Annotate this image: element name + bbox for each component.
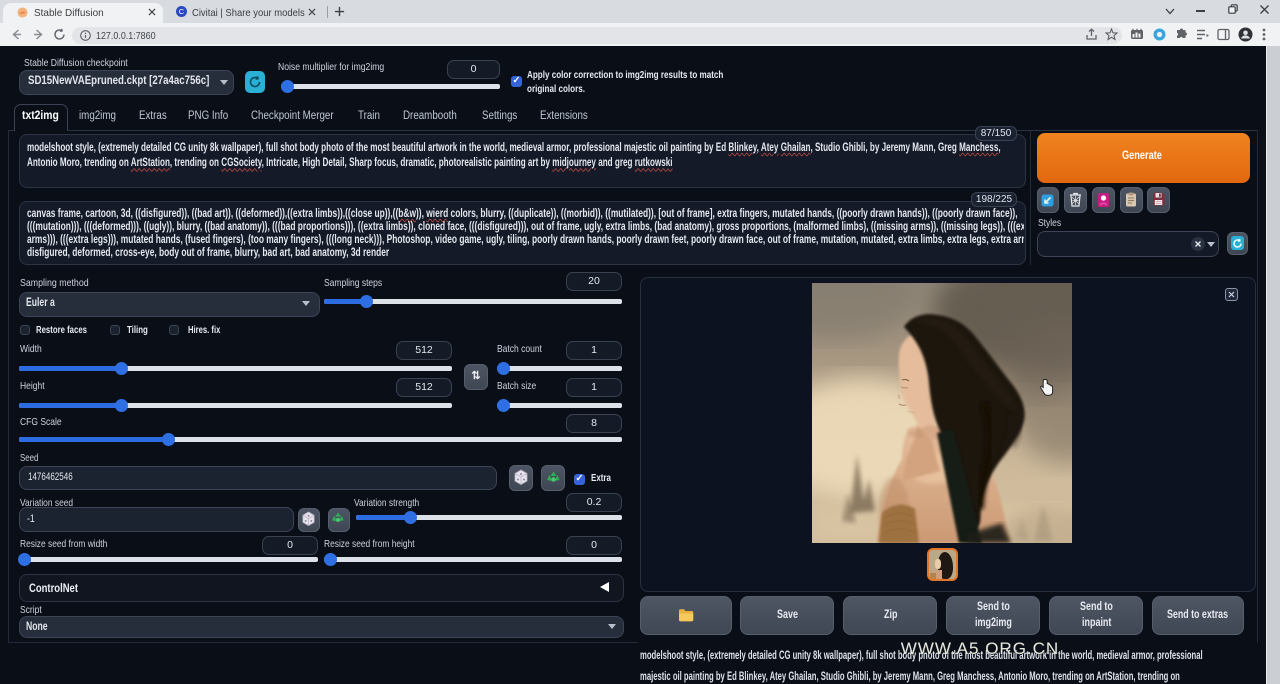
svg-text:C: C — [179, 7, 185, 16]
